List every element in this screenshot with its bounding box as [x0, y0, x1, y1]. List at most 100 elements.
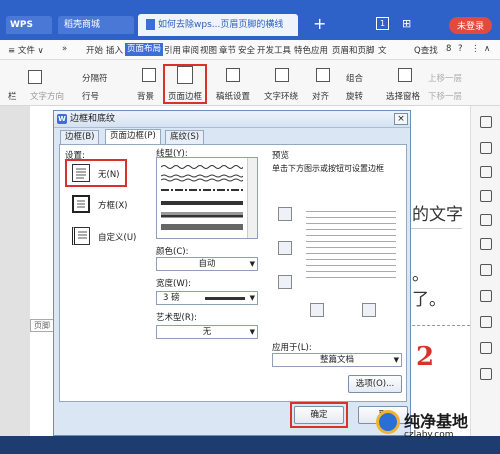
ribbon-rotate[interactable]: 旋转: [346, 90, 363, 102]
menu-review[interactable]: 审阅: [182, 44, 199, 56]
sidebar-comment-icon[interactable]: [480, 290, 492, 302]
text-wrap-icon[interactable]: [275, 68, 289, 82]
art-select[interactable]: 无 ▼: [156, 325, 258, 339]
line-style-option-6[interactable]: [161, 224, 243, 232]
help-icon[interactable]: ?: [458, 44, 463, 54]
ribbon-group[interactable]: 组合: [346, 72, 363, 84]
find-button[interactable]: Q查找: [414, 44, 438, 56]
align-icon[interactable]: [316, 68, 330, 82]
tab-store[interactable]: 稻壳商城: [58, 16, 134, 34]
add-tab-button[interactable]: +: [313, 14, 326, 33]
ribbon-toolbar: 栏 文字方向 分隔符 行号 背景 页面边框 稿纸设置 文字环绕 对齐 组合 旋转…: [0, 60, 500, 106]
ok-button[interactable]: 确定: [294, 406, 344, 424]
line-style-option-1[interactable]: [161, 164, 243, 170]
menu-home[interactable]: 开始: [86, 44, 103, 56]
ribbon-text-wrap[interactable]: 文字环绕: [264, 90, 298, 102]
chevron-down-icon: ▼: [393, 356, 399, 364]
setting-none-label[interactable]: 无(N): [98, 168, 120, 180]
collapse-ribbon-icon[interactable]: ∧: [484, 44, 490, 54]
setting-box-label[interactable]: 方框(X): [98, 199, 127, 211]
background-icon[interactable]: [142, 68, 156, 82]
preview-hint: 单击下方图示或按钮可设置边框: [272, 164, 384, 173]
menu-file[interactable]: ≡ 文件 ∨: [8, 44, 44, 56]
footer-label[interactable]: 页脚: [30, 319, 54, 332]
apply-to-select[interactable]: 整篇文档 ▼: [272, 353, 402, 367]
right-border-button[interactable]: [362, 303, 376, 317]
chevron-down-icon: ▼: [249, 294, 255, 302]
select-pane-icon[interactable]: [398, 68, 412, 82]
ribbon-down-layer[interactable]: 下移一层: [428, 90, 462, 102]
menu-references[interactable]: 引用: [164, 44, 181, 56]
ribbon-separator[interactable]: 分隔符: [82, 72, 108, 84]
tab-shading[interactable]: 底纹(S): [165, 130, 205, 144]
sidebar-more-icon[interactable]: [480, 342, 492, 354]
sidebar-properties-icon[interactable]: [480, 142, 492, 154]
width-select[interactable]: 3 磅 ▼: [156, 291, 258, 305]
ribbon-line-number[interactable]: 行号: [82, 90, 99, 102]
ribbon-select-pane[interactable]: 选择窗格: [386, 90, 420, 102]
sidebar-tools-icon[interactable]: [480, 316, 492, 328]
ribbon-up-layer[interactable]: 上移一层: [428, 72, 462, 84]
sidebar-format-icon[interactable]: [480, 264, 492, 276]
ribbon-manuscript[interactable]: 稿纸设置: [216, 90, 250, 102]
apps-grid-icon[interactable]: ⊞: [402, 17, 415, 30]
tab-document-label: 如何去除wps...页眉页脚的横线: [158, 20, 284, 30]
site-logo-icon: [376, 410, 400, 434]
manuscript-icon[interactable]: [226, 68, 240, 82]
line-style-scrollbar[interactable]: [247, 158, 257, 238]
sidebar-backup-icon[interactable]: [480, 238, 492, 250]
menu-page-layout[interactable]: 页面布局: [125, 43, 164, 56]
menu-view[interactable]: 视图: [200, 44, 217, 56]
options-button[interactable]: 选项(O)...: [348, 375, 402, 393]
menu-more[interactable]: »: [62, 44, 67, 54]
share-icon[interactable]: 8: [446, 44, 451, 54]
tab-page-border[interactable]: 页面边框(P): [105, 129, 161, 145]
line-style-list[interactable]: [156, 157, 258, 239]
text-direction-icon[interactable]: [28, 70, 42, 84]
menu-special[interactable]: 特色应用: [294, 44, 328, 56]
line-style-option-4[interactable]: [161, 200, 243, 206]
ribbon-text-direction[interactable]: 文字方向: [30, 90, 64, 102]
dialog-close-button[interactable]: ×: [394, 113, 408, 125]
ribbon-columns-label[interactable]: 栏: [8, 90, 17, 102]
menu-security[interactable]: 安全: [238, 44, 255, 56]
menu-chapter[interactable]: 章节: [219, 44, 236, 56]
login-button[interactable]: 未登录: [448, 17, 492, 34]
menu-header-footer[interactable]: 页眉和页脚: [332, 44, 375, 56]
dialog-title-bar[interactable]: W 边框和底纹: [54, 111, 410, 128]
left-margin-strip: [0, 106, 30, 436]
custom-border-icon[interactable]: [72, 227, 90, 245]
tab-wps-home[interactable]: WPS: [6, 16, 52, 34]
tab-borders[interactable]: 边框(B): [60, 130, 100, 144]
preview-line: [306, 223, 396, 224]
setting-custom-label[interactable]: 自定义(U): [98, 231, 136, 243]
none-border-icon[interactable]: [72, 164, 90, 182]
more-options-icon[interactable]: ⋮: [471, 44, 480, 54]
color-label: 颜色(C):: [156, 247, 189, 257]
bottom-border-button[interactable]: [278, 275, 292, 289]
top-border-button[interactable]: [278, 207, 292, 221]
box-border-icon[interactable]: [72, 195, 90, 213]
sidebar-style-icon[interactable]: [480, 214, 492, 226]
sidebar-shape-icon[interactable]: [480, 190, 492, 202]
sidebar-edit-icon[interactable]: [480, 116, 492, 128]
menu-dev-tools[interactable]: 开发工具: [257, 44, 291, 56]
sidebar-select-icon[interactable]: [480, 166, 492, 178]
menu-overflow[interactable]: 文: [378, 44, 387, 56]
preview-line: [306, 277, 396, 278]
window-count-icon[interactable]: 1: [376, 17, 389, 30]
middle-border-button[interactable]: [278, 241, 292, 255]
ribbon-background[interactable]: 背景: [137, 90, 154, 102]
line-style-option-2[interactable]: [161, 174, 243, 182]
left-border-button[interactable]: [310, 303, 324, 317]
sidebar-help-icon[interactable]: [480, 368, 492, 380]
color-select[interactable]: 自动 ▼: [156, 257, 258, 271]
page-border-highlight: [163, 64, 207, 104]
line-style-option-5[interactable]: [161, 212, 243, 218]
menu-insert[interactable]: 插入: [106, 44, 123, 56]
line-style-option-3[interactable]: [161, 188, 243, 193]
watermark-url: czlaby.com: [404, 430, 454, 440]
tab-document[interactable]: 如何去除wps...页眉页脚的横线: [138, 14, 298, 36]
ribbon-align[interactable]: 对齐: [312, 90, 329, 102]
preview-area: [278, 203, 400, 317]
